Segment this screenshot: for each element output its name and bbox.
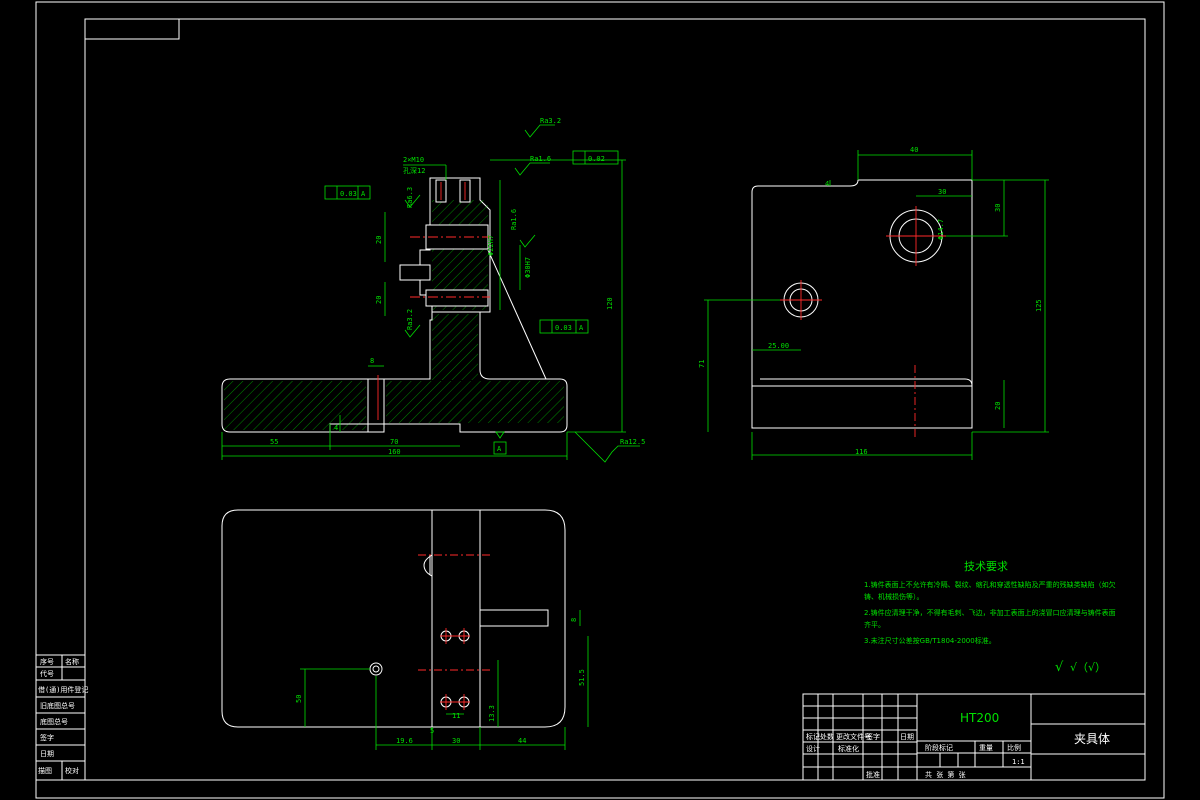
front-view: 55 70 160 120 8 4 20 20 Φ22H7 Φ30H7 2×M1…: [221, 117, 645, 463]
side-view: 40 4 30 30 Φ14.7 25.00 71 20 125 116: [698, 146, 1049, 460]
bolt-spec: 2×M10: [403, 156, 424, 164]
dim-boss-height-2: 20: [375, 296, 383, 304]
dim-d2: 30: [452, 737, 460, 745]
dim-total-height-side: 125: [1035, 299, 1043, 312]
dim-boss-height-1: 20: [375, 236, 383, 244]
note-line: 2.铸件应清理干净，不得有毛刺、飞边，非加工表面上的浇冒口应清理与铸件表面: [864, 608, 1116, 617]
left-strip-table: 序号 代号 名称 借(通)用件登记 旧底图总号 底图总号 签字 日期 描图 校对: [35, 654, 88, 781]
dim-notch: 4: [825, 180, 829, 188]
dim-left-height: 71: [698, 360, 706, 368]
title-block: 标记 处数 更改文件号 签字 日期 设计 标准化 批准 HT200 夹具体 阶段…: [802, 693, 1146, 781]
svg-text:A: A: [361, 190, 366, 198]
roughness-4: Ra3.2: [406, 309, 414, 330]
hole-depth: 孔深12: [403, 166, 425, 175]
tolerance-frame-parallel: 0.03 A: [324, 185, 371, 200]
dim-top-width: 40: [910, 146, 918, 154]
change-col: 签字: [866, 732, 880, 741]
dim-hole-offset: 25.00: [768, 342, 789, 350]
left-bottom-cell: 校对: [65, 766, 79, 775]
weight-label: 重量: [979, 744, 993, 752]
sheet-label: 共 张 第 张: [925, 770, 966, 779]
sheet-frame: [35, 1, 1165, 799]
dim-boss-offset: 30: [938, 188, 946, 196]
dim-dia-2: Φ22H7: [487, 235, 495, 256]
change-col: 标记: [806, 732, 820, 741]
note-line: 齐平。: [864, 620, 885, 629]
dim-base-left: 55: [270, 438, 278, 446]
dim-boss-dia: Φ14.7: [937, 219, 945, 240]
role-label: 批准: [866, 770, 880, 779]
tolerance-frame-3: 0.03 A: [539, 319, 589, 334]
dim-total-width: 116: [855, 448, 868, 456]
dim-slot: 8: [570, 618, 578, 622]
dim-d3: 44: [518, 737, 526, 745]
left-top-cell: 名称: [65, 657, 79, 666]
scale-label: 比例: [1007, 743, 1021, 752]
note-line: 3.未注尺寸公差按GB/T1804-2000标准。: [864, 636, 996, 645]
part-name: 夹具体: [1074, 732, 1110, 746]
top-view: 8 50 51.5 13.3 19.6 30 44 5 11: [221, 509, 589, 750]
note-line: 铸、机械损伤等）。: [864, 592, 924, 601]
tolerance-frame-perp: 0.02: [572, 150, 619, 165]
dim-bottom-height: 20: [994, 402, 1002, 410]
left-strip-row: 借(通)用件登记: [38, 685, 88, 694]
dim-d1: 19.6: [396, 737, 413, 745]
roughness-1: Ra3.2: [540, 117, 561, 125]
dim-v3: 13.3: [488, 705, 496, 722]
dim-overall-width: 160: [388, 448, 401, 456]
notes-title: 技术要求: [964, 560, 1008, 573]
change-col: 日期: [900, 733, 914, 741]
dim-total-height: 120: [606, 297, 614, 310]
dim-dia-fit: Φ30H7: [524, 257, 532, 278]
roughness-general-icon: √: [1055, 660, 1064, 675]
left-strip-row: 旧底图总号: [40, 701, 75, 710]
left-bottom-cell: 描图: [38, 766, 52, 775]
roughness-general: √（√）: [1070, 661, 1106, 674]
roughness-2: Ra6.3: [406, 187, 414, 208]
left-strip-row: 底图总号: [40, 717, 68, 726]
left-strip-row: 日期: [40, 750, 54, 758]
roughness-3: Ra1.6: [530, 155, 551, 163]
dim-bottom-step: 4: [334, 424, 338, 432]
cad-drawing: 序号 代号 名称 借(通)用件登记 旧底图总号 底图总号 签字 日期 描图 校对: [35, 1, 1165, 799]
svg-text:0.03: 0.03: [340, 190, 357, 198]
left-top-cell: 代号: [40, 669, 54, 678]
technical-notes: 技术要求 1.铸件表面上不允许有冷隔、裂纹、缩孔和穿透性缺陷及严重的残缺类缺陷（…: [864, 560, 1116, 675]
datum-a-symbol: A: [493, 431, 507, 455]
dim-d5: 11: [452, 712, 460, 720]
role-label: 设计: [806, 744, 820, 753]
svg-text:0.03: 0.03: [555, 324, 572, 332]
dim-d4: 5: [430, 727, 434, 735]
change-col: 处数: [820, 732, 834, 741]
roughness-5: Ra1.6: [510, 209, 518, 230]
dim-boss-height: 30: [994, 204, 1002, 212]
roughness-6: Ra12.5: [620, 438, 645, 446]
svg-text:A: A: [579, 324, 584, 332]
dim-slot-width: 8: [370, 357, 374, 365]
left-top-cell: 序号: [40, 657, 54, 666]
note-line: 1.铸件表面上不允许有冷隔、裂纹、缩孔和穿透性缺陷及严重的残缺类缺陷（如欠: [864, 580, 1116, 589]
dim-v1: 50: [295, 695, 303, 703]
svg-text:0.02: 0.02: [588, 155, 605, 163]
stage-label: 阶段标记: [925, 743, 953, 752]
dim-v2: 51.5: [578, 669, 586, 686]
left-strip-row: 签字: [40, 733, 54, 742]
svg-text:A: A: [497, 445, 502, 453]
scale-value: 1:1: [1012, 758, 1025, 766]
dim-base-mid: 70: [390, 438, 398, 446]
standard-label: 标准化: [838, 744, 859, 753]
material: HT200: [960, 711, 999, 725]
